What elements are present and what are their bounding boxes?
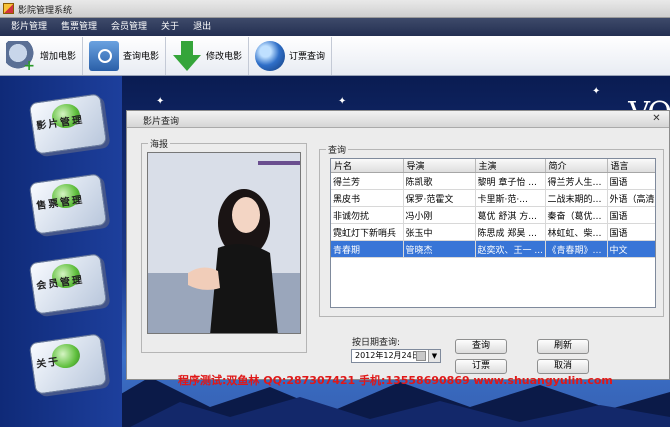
add-movie-label: 增加电影 (40, 52, 77, 62)
table-cell: 葛优 舒淇 方... (475, 206, 546, 224)
table-cell: 国语 (607, 223, 655, 241)
column-header-summary[interactable]: 简介 (545, 159, 608, 173)
menu-exit[interactable]: 退出 (186, 18, 218, 36)
query-group-label: 查询 (326, 143, 349, 156)
column-header-cast[interactable]: 主演 (475, 159, 546, 173)
table-cell: 国语 (607, 206, 655, 224)
sidebar: 影片管理 售票管理 会员管理 关于 (0, 76, 122, 427)
sidebar-item-about[interactable]: 关于 (26, 332, 108, 396)
app-icon (3, 3, 14, 14)
down-arrow-icon (172, 40, 202, 71)
table-row-selected[interactable]: 青春期 管晓杰 赵奕欢、王一 ... 《青春期》是... 中文 (331, 240, 655, 258)
table-cell: 中文 (607, 240, 655, 258)
chevron-down-icon[interactable]: ▼ (428, 350, 440, 362)
menu-bar: 影片管理 售票管理 会员管理 关于 退出 (0, 18, 670, 36)
close-icon[interactable]: ✕ (650, 113, 663, 125)
calendar-icon (416, 351, 426, 361)
date-query-label: 按日期查询: (352, 338, 401, 348)
poster-group-label: 海报 (148, 137, 171, 150)
add-movie-button[interactable]: 增加电影 (0, 36, 84, 75)
date-picker[interactable]: 2012年12月24日 ▼ (351, 349, 441, 363)
poster-group: 海报 (141, 137, 307, 353)
star-decoration: ✦ (592, 86, 601, 97)
table-cell: 国语 (607, 172, 655, 190)
menu-movie-management[interactable]: 影片管理 (4, 18, 54, 36)
toolbar: 增加电影 查询电影 修改电影 订票查询 (0, 36, 670, 76)
menu-about[interactable]: 关于 (154, 18, 186, 36)
table-cell: 黎明 章子怡 ... (475, 172, 546, 190)
column-header-language[interactable]: 语言 (607, 159, 655, 173)
table-cell: 陈凯歌 (403, 172, 476, 190)
menu-member-management[interactable]: 会员管理 (104, 18, 154, 36)
table-header-row: 片名 导演 主演 简介 语言 (331, 159, 655, 173)
table-cell: 赵奕欢、王一 ... (475, 240, 546, 258)
query-ticket-button[interactable]: 订票查询 (249, 36, 333, 75)
window-title: 影院管理系统 (18, 6, 73, 16)
query-group: 查询 片名 导演 主演 简介 语言 得兰芳 陈凯歌 黎明 章子怡 ... 得兰芳… (319, 143, 664, 317)
sidebar-item-movie[interactable]: 影片管理 (26, 92, 108, 156)
table-cell: 外语（高清 (607, 189, 655, 207)
star-decoration: ✦ (338, 96, 347, 107)
table-row[interactable]: 得兰芳 陈凯歌 黎明 章子怡 ... 得兰芳人生的... 国语 (331, 172, 655, 190)
menu-ticket-management[interactable]: 售票管理 (54, 18, 104, 36)
date-picker-value: 2012年12月24日 (355, 351, 420, 360)
table-cell: 保罗·范霍文 (403, 189, 476, 207)
table-cell: 管晓杰 (403, 240, 476, 258)
table-cell: 陈思成 郑昊 ... (475, 223, 546, 241)
table-cell: 林虹虹、柴大... (545, 223, 608, 241)
sidebar-item-member[interactable]: 会员管理 (26, 252, 108, 316)
edit-movie-label: 修改电影 (206, 52, 243, 62)
star-decoration: ✦ (156, 96, 165, 107)
column-header-title[interactable]: 片名 (331, 159, 404, 173)
globe-icon (255, 40, 286, 71)
table-cell: 黑皮书 (331, 189, 404, 207)
edit-movie-button[interactable]: 修改电影 (166, 36, 250, 75)
query-movie-icon (89, 40, 120, 71)
table-cell: 秦奋（葛优饰... (545, 206, 608, 224)
refresh-button[interactable]: 刷新 (537, 339, 589, 354)
sidebar-item-ticket[interactable]: 售票管理 (26, 172, 108, 236)
table-cell: 卡里斯·范·... (475, 189, 546, 207)
table-cell: 霓虹灯下新哨兵 (331, 223, 404, 241)
query-ticket-label: 订票查询 (289, 52, 326, 62)
window-titlebar: 影院管理系统 (0, 0, 670, 18)
query-button[interactable]: 查询 (455, 339, 507, 354)
movie-table[interactable]: 片名 导演 主演 简介 语言 得兰芳 陈凯歌 黎明 章子怡 ... 得兰芳人生的… (330, 158, 656, 308)
table-cell: 非诚勿扰 (331, 206, 404, 224)
table-cell: 冯小刚 (403, 206, 476, 224)
movie-query-window: 影片查询 ✕ 海报 查询 片名 导演 主演 简介 语言 得兰芳 陈凯歌 黎明 章… (126, 110, 670, 380)
table-cell: 青春期 (331, 240, 404, 258)
table-cell: 得兰芳人生的... (545, 172, 608, 190)
table-cell: 张玉中 (403, 223, 476, 241)
table-row[interactable]: 黑皮书 保罗·范霍文 卡里斯·范·... 二战末期的荷... 外语（高清 (331, 189, 655, 207)
movie-poster-image (147, 152, 301, 334)
movie-query-titlebar: 影片查询 ✕ (127, 111, 669, 128)
footer-contact-text: 程序测试:双鱼林 QQ:287307421 手机:13558690869 www… (178, 374, 613, 387)
table-cell: 得兰芳 (331, 172, 404, 190)
table-cell: 二战末期的荷... (545, 189, 608, 207)
add-movie-icon (6, 40, 36, 74)
query-movie-button[interactable]: 查询电影 (83, 36, 167, 75)
query-movie-label: 查询电影 (123, 52, 160, 62)
movie-query-title: 影片查询 (143, 117, 180, 127)
table-row[interactable]: 霓虹灯下新哨兵 张玉中 陈思成 郑昊 ... 林虹虹、柴大... 国语 (331, 223, 655, 241)
table-row[interactable]: 非诚勿扰 冯小刚 葛优 舒淇 方... 秦奋（葛优饰... 国语 (331, 206, 655, 224)
table-cell: 《青春期》是... (545, 240, 608, 258)
column-header-director[interactable]: 导演 (403, 159, 476, 173)
